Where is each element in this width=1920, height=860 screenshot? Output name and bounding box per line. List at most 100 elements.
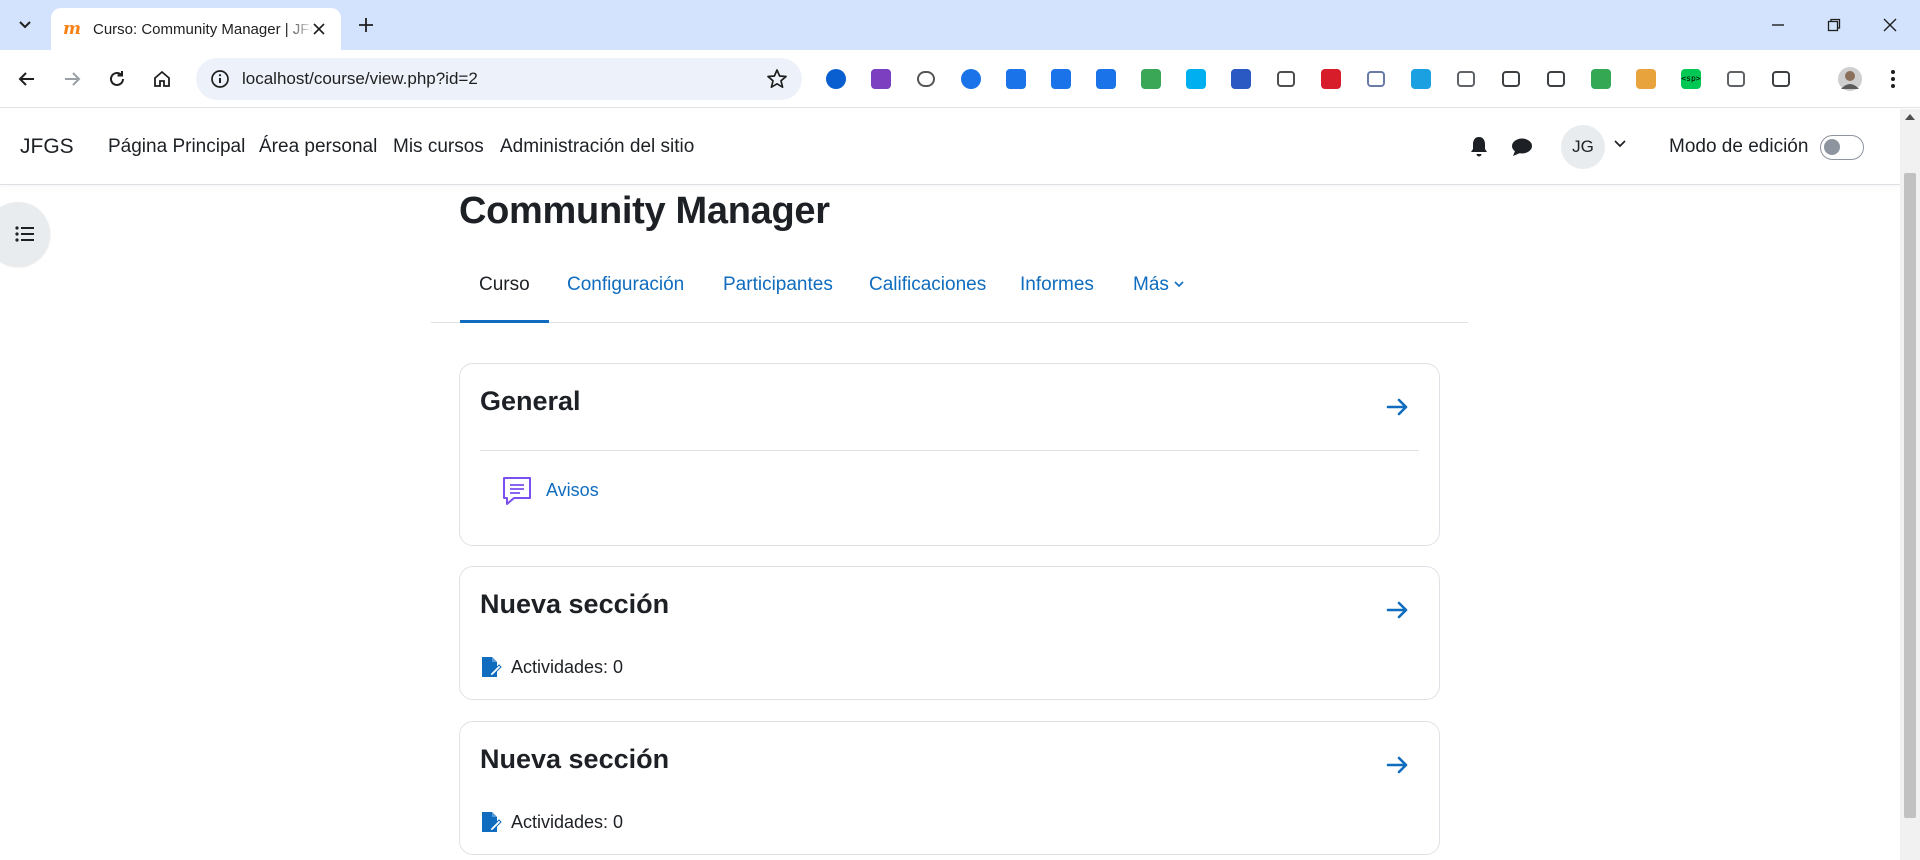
link-icon[interactable] [1228, 66, 1254, 92]
close-icon [1883, 18, 1897, 32]
save-icon[interactable] [1048, 66, 1074, 92]
chevron-down-icon [19, 21, 31, 29]
restore-icon [1827, 18, 1841, 32]
extensions-icon[interactable] [1768, 66, 1794, 92]
back-button[interactable] [12, 64, 42, 94]
section-card-nueva-2: Nueva sección Actividades: 0 [459, 721, 1440, 855]
browser-tab-active[interactable]: m Curso: Community Manager | JFGS [51, 8, 341, 50]
more-vertical-icon [1891, 70, 1895, 88]
site-brand[interactable]: JFGS [20, 135, 74, 159]
edit-mode-toggle[interactable] [1820, 135, 1864, 160]
section-title[interactable]: Nueva sección [480, 744, 669, 775]
onenote-icon-glyph [871, 69, 891, 89]
profile-extension-icon-glyph [961, 69, 981, 89]
edit-mode-label: Modo de edición [1669, 136, 1809, 157]
section-divider [480, 450, 1419, 451]
nav-area-personal[interactable]: Área personal [259, 136, 377, 158]
minimize-window-button[interactable] [1763, 10, 1793, 40]
profile-avatar[interactable] [1833, 62, 1867, 96]
save-icon-glyph [1051, 69, 1071, 89]
tab-close-icon[interactable] [309, 19, 329, 39]
download-arrow-icon[interactable] [1498, 66, 1524, 92]
page-title: Community Manager [459, 190, 830, 232]
tab-mas[interactable]: Más [1133, 274, 1184, 323]
download-extension-icon[interactable] [1003, 66, 1029, 92]
document-icon[interactable] [1453, 66, 1479, 92]
cloud-icon[interactable] [913, 66, 939, 92]
activity-link-avisos[interactable]: Avisos [546, 480, 599, 501]
s-extension-icon[interactable] [1408, 66, 1434, 92]
home-icon [154, 70, 170, 87]
chevron-down-icon [1174, 281, 1184, 288]
arrow-left-icon [18, 72, 34, 86]
tab-informes[interactable]: Informes [1020, 274, 1094, 323]
course-secondary-nav: Curso Configuración Participantes Califi… [431, 262, 1468, 323]
moodle-navbar: JFGS Página Principal Área personal Mis … [0, 109, 1900, 185]
scrollbar-thumb[interactable] [1904, 173, 1916, 818]
url-text[interactable]: localhost/course/view.php?id=2 [242, 69, 478, 89]
tab-search-button[interactable] [10, 10, 40, 40]
browser-toolbar: localhost/course/view.php?id=2 <sp> [0, 50, 1920, 108]
arrow-right-icon [65, 72, 81, 86]
scroll-up-arrow-icon[interactable] [1905, 114, 1915, 120]
bike-icon-glyph [1277, 71, 1295, 87]
user-menu-chevron-icon[interactable] [1614, 140, 1626, 148]
onenote-icon[interactable] [868, 66, 894, 92]
profile-picture-icon [1838, 67, 1862, 91]
nav-mis-cursos[interactable]: Mis cursos [393, 136, 484, 158]
reload-button[interactable] [102, 64, 132, 94]
bike-icon[interactable] [1273, 66, 1299, 92]
site-info-icon[interactable] [210, 69, 230, 89]
umbrella-icon-glyph [1547, 71, 1565, 87]
tab-participantes[interactable]: Participantes [723, 274, 833, 323]
cloud-icon-glyph [917, 71, 935, 87]
sp-extension-icon[interactable]: <sp> [1678, 66, 1704, 92]
arrow-right-icon[interactable] [1385, 752, 1411, 778]
section-card-general: General Avisos [459, 363, 1440, 546]
skype-icon-glyph [1186, 69, 1206, 89]
new-tab-button[interactable] [353, 12, 379, 38]
messages-chat-icon[interactable] [1510, 136, 1534, 158]
trash-icon[interactable] [1723, 66, 1749, 92]
puzzle-green-icon[interactable] [1588, 66, 1614, 92]
plus-icon [359, 18, 373, 32]
nav-administracion-sitio[interactable]: Administración del sitio [500, 136, 694, 158]
browser-menu-button[interactable] [1880, 66, 1906, 92]
restore-window-button[interactable] [1819, 10, 1849, 40]
course-index-drawer-button[interactable] [0, 202, 50, 266]
umbrella-icon[interactable] [1543, 66, 1569, 92]
address-bar[interactable]: localhost/course/view.php?id=2 [196, 58, 802, 100]
arrow-right-icon[interactable] [1385, 597, 1411, 623]
trash-icon-glyph [1727, 71, 1745, 87]
download-extension-icon-glyph [1006, 69, 1026, 89]
nav-pagina-principal[interactable]: Página Principal [108, 136, 245, 158]
section-title[interactable]: Nueva sección [480, 589, 669, 620]
sitemap-icon-glyph [1636, 69, 1656, 89]
mendeley-icon-glyph [1321, 69, 1341, 89]
tab-curso[interactable]: Curso [460, 274, 549, 323]
notes-icon[interactable] [1363, 66, 1389, 92]
profile-extension-icon[interactable] [958, 66, 984, 92]
tool-icon[interactable] [1138, 66, 1164, 92]
file-edit-icon [482, 657, 502, 677]
home-button[interactable] [147, 64, 177, 94]
file-icon[interactable] [1093, 66, 1119, 92]
password-manager-icon[interactable] [823, 66, 849, 92]
skype-icon[interactable] [1183, 66, 1209, 92]
tab-calificaciones[interactable]: Calificaciones [869, 274, 986, 323]
notes-icon-glyph [1367, 71, 1385, 87]
bookmark-star-icon[interactable] [766, 68, 788, 90]
forward-button[interactable] [57, 64, 87, 94]
tab-title: Curso: Community Manager | JFGS [93, 20, 313, 38]
mendeley-icon[interactable] [1318, 66, 1344, 92]
close-window-button[interactable] [1875, 10, 1905, 40]
arrow-right-icon[interactable] [1385, 394, 1411, 420]
user-avatar[interactable]: JG [1561, 125, 1605, 169]
tab-configuracion[interactable]: Configuración [567, 274, 684, 323]
page-scrollbar[interactable] [1900, 109, 1920, 860]
notifications-bell-icon[interactable] [1468, 135, 1490, 159]
section-title[interactable]: General [480, 386, 581, 417]
sitemap-icon[interactable] [1633, 66, 1659, 92]
toggle-knob [1824, 139, 1840, 155]
reload-icon [110, 71, 124, 86]
